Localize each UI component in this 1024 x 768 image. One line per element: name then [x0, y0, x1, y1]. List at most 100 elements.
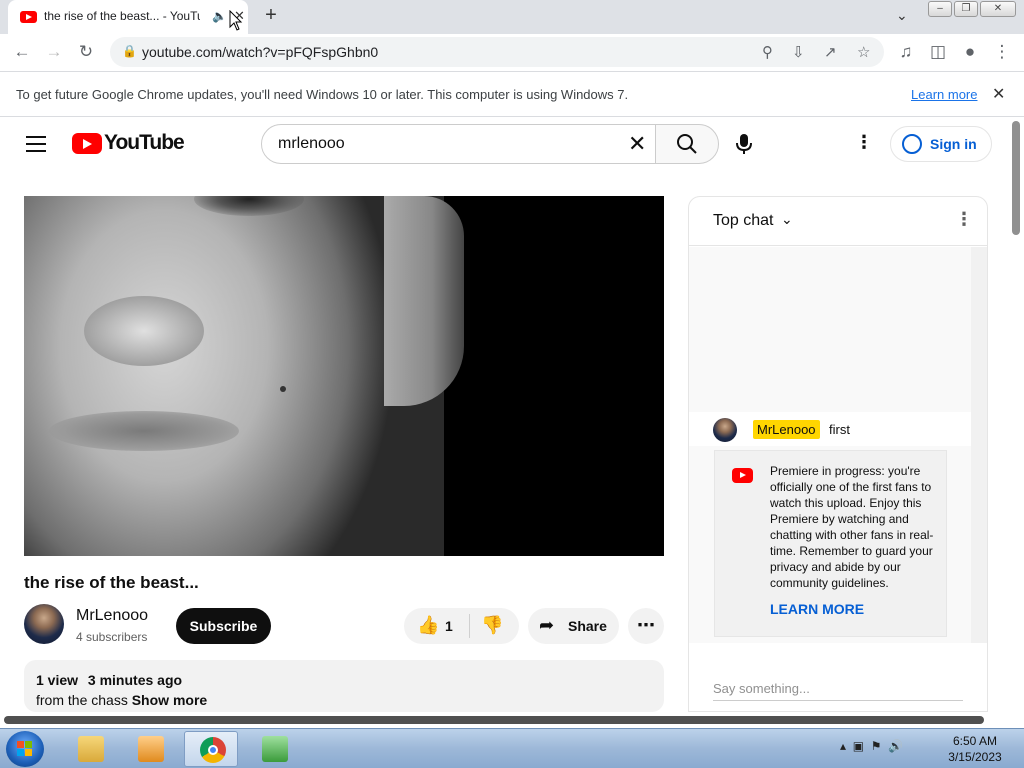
- window-close-button[interactable]: ✕: [980, 1, 1016, 17]
- reload-icon[interactable]: ↻: [76, 42, 96, 62]
- video-title: the rise of the beast...: [24, 573, 199, 592]
- clear-search-icon[interactable]: ✕: [628, 131, 646, 157]
- chat-scrollbar[interactable]: [971, 247, 987, 643]
- sign-in-label: Sign in: [930, 136, 977, 152]
- video-frame-image: [24, 196, 464, 556]
- taskbar-media-player[interactable]: [123, 731, 177, 767]
- chat-message-text: first: [829, 422, 850, 437]
- side-panel-icon[interactable]: ◫: [928, 42, 948, 62]
- csharp-icon: [262, 736, 288, 762]
- premiere-learn-more-link[interactable]: LEARN MORE: [770, 601, 864, 617]
- windows-logo-icon: [17, 741, 33, 757]
- chat-author-name[interactable]: MrLenooo: [753, 420, 820, 439]
- search-input[interactable]: mrlenooo ✕: [261, 124, 656, 164]
- description-text: from the chass Show more: [36, 692, 207, 708]
- premiere-notice: Premiere in progress: you're officially …: [714, 450, 947, 637]
- video-meta: 1 view 3 minutes ago: [36, 672, 188, 688]
- media-player-icon: [138, 736, 164, 762]
- lock-icon[interactable]: 🔒: [122, 44, 137, 58]
- horizontal-scrollbar-thumb[interactable]: [4, 716, 984, 724]
- system-tray-icons[interactable]: ▴ ▣ ⚑ 🔊: [840, 739, 903, 753]
- share-label: Share: [568, 618, 607, 634]
- infobar-message: To get future Google Chrome updates, you…: [16, 87, 629, 102]
- description-body: from the chass: [36, 692, 128, 708]
- user-avatar-icon: [902, 134, 922, 154]
- thumbs-up-icon[interactable]: 👍: [417, 615, 439, 636]
- description-box[interactable]: 1 view 3 minutes ago from the chass Show…: [24, 660, 664, 712]
- zoom-search-icon[interactable]: ⚲: [762, 43, 773, 61]
- windows-taskbar: ▴ ▣ ⚑ 🔊 6:50 AM 3/15/2023: [0, 728, 1024, 768]
- chat-message[interactable]: MrLenooo first: [689, 412, 971, 446]
- chat-mode-label[interactable]: Top chat: [713, 212, 773, 230]
- clock-time: 6:50 AM: [952, 734, 998, 748]
- tab-title: the rise of the beast... - YouTube: [44, 9, 200, 23]
- search-button[interactable]: [655, 124, 719, 164]
- subscribe-button[interactable]: Subscribe: [176, 608, 271, 644]
- youtube-header: YouTube mrlenooo ✕ ⋮ Sign in: [0, 117, 1008, 173]
- install-icon[interactable]: ⇩: [792, 43, 805, 61]
- chevron-down-icon[interactable]: ⌄: [781, 211, 793, 228]
- search-query[interactable]: mrlenooo: [278, 135, 345, 153]
- folder-icon: [78, 736, 104, 762]
- voice-search-mic-icon[interactable]: [736, 133, 752, 160]
- clock-date: 3/15/2023: [948, 750, 1002, 764]
- chrome-icon: [200, 737, 226, 763]
- page-scrollbar[interactable]: [1008, 117, 1024, 712]
- minimize-button[interactable]: –: [928, 1, 952, 17]
- taskbar-explorer[interactable]: [63, 731, 117, 767]
- search-icon: [677, 134, 697, 154]
- channel-avatar[interactable]: [24, 604, 64, 644]
- infobar-learn-more-link[interactable]: Learn more: [911, 87, 977, 102]
- like-count[interactable]: 1: [445, 618, 453, 634]
- view-count: 1 view: [36, 672, 79, 688]
- forward-arrow-icon[interactable]: →: [44, 42, 64, 62]
- channel-name[interactable]: MrLenooo: [76, 607, 148, 625]
- taskbar-csharp-app[interactable]: [247, 731, 301, 767]
- youtube-logo-icon[interactable]: [72, 133, 102, 154]
- horizontal-scrollbar[interactable]: [0, 712, 1008, 728]
- upload-time: 3 minutes ago: [87, 672, 183, 688]
- mouse-cursor-icon: [229, 10, 243, 31]
- youtube-favicon-icon: [20, 11, 37, 23]
- chat-input[interactable]: Say something...: [713, 681, 963, 701]
- video-player[interactable]: [24, 196, 664, 556]
- chat-author-avatar[interactable]: [713, 418, 737, 442]
- tab-strip: the rise of the beast... - YouTube 🔈 ✕ +…: [0, 0, 1024, 34]
- update-infobar: To get future Google Chrome updates, you…: [0, 71, 1024, 117]
- thumbs-down-icon[interactable]: 👎: [481, 615, 503, 636]
- share-arrow-icon: ➦: [539, 615, 555, 635]
- chat-menu-kebab-icon[interactable]: ⋮: [955, 209, 973, 230]
- premiere-notice-text: Premiere in progress: you're officially …: [770, 464, 934, 590]
- chat-header: Top chat ⌄ ⋮: [689, 197, 987, 246]
- share-page-icon[interactable]: ↗: [824, 43, 837, 61]
- more-actions-button[interactable]: ⋯: [628, 608, 664, 644]
- share-button[interactable]: ➦ Share: [528, 608, 619, 644]
- menu-hamburger-icon[interactable]: [26, 136, 46, 152]
- show-more-link[interactable]: Show more: [132, 692, 207, 708]
- start-button[interactable]: [6, 731, 44, 767]
- tab-search-chevron-icon[interactable]: ⌄: [896, 7, 908, 24]
- live-chat-panel: Top chat ⌄ ⋮ MrLenooo first Premiere in …: [688, 196, 988, 712]
- infobar-close-icon[interactable]: ✕: [992, 84, 1005, 104]
- chrome-menu-icon[interactable]: ⋮: [992, 42, 1012, 62]
- bookmark-star-icon[interactable]: ☆: [857, 43, 870, 61]
- subscriber-count: 4 subscribers: [76, 630, 148, 644]
- sign-in-button[interactable]: Sign in: [890, 126, 992, 162]
- taskbar-chrome[interactable]: [184, 731, 238, 767]
- speaker-icon[interactable]: 🔈: [212, 9, 227, 23]
- youtube-logo-text[interactable]: YouTube: [104, 131, 185, 155]
- address-url[interactable]: youtube.com/watch?v=pFQFspGhbn0: [142, 44, 378, 60]
- taskbar-clock[interactable]: 6:50 AM 3/15/2023: [940, 733, 1010, 765]
- settings-kebab-icon[interactable]: ⋮: [855, 132, 873, 153]
- media-control-icon[interactable]: ♫: [896, 42, 916, 62]
- like-dislike-group: 👍 1 👎: [404, 608, 519, 644]
- browser-tab[interactable]: the rise of the beast... - YouTube 🔈 ✕: [8, 0, 248, 34]
- new-tab-button[interactable]: +: [260, 4, 282, 30]
- youtube-icon: [732, 468, 753, 483]
- back-arrow-icon[interactable]: ←: [12, 42, 32, 62]
- address-bar[interactable]: 🔒 youtube.com/watch?v=pFQFspGhbn0 ⚲ ⇩ ↗ …: [110, 37, 884, 67]
- browser-toolbar: ← → ↻ 🔒 youtube.com/watch?v=pFQFspGhbn0 …: [0, 34, 1024, 71]
- restore-button[interactable]: ❐: [954, 1, 978, 17]
- profile-icon[interactable]: ●: [960, 42, 980, 62]
- page-scrollbar-thumb[interactable]: [1012, 121, 1020, 235]
